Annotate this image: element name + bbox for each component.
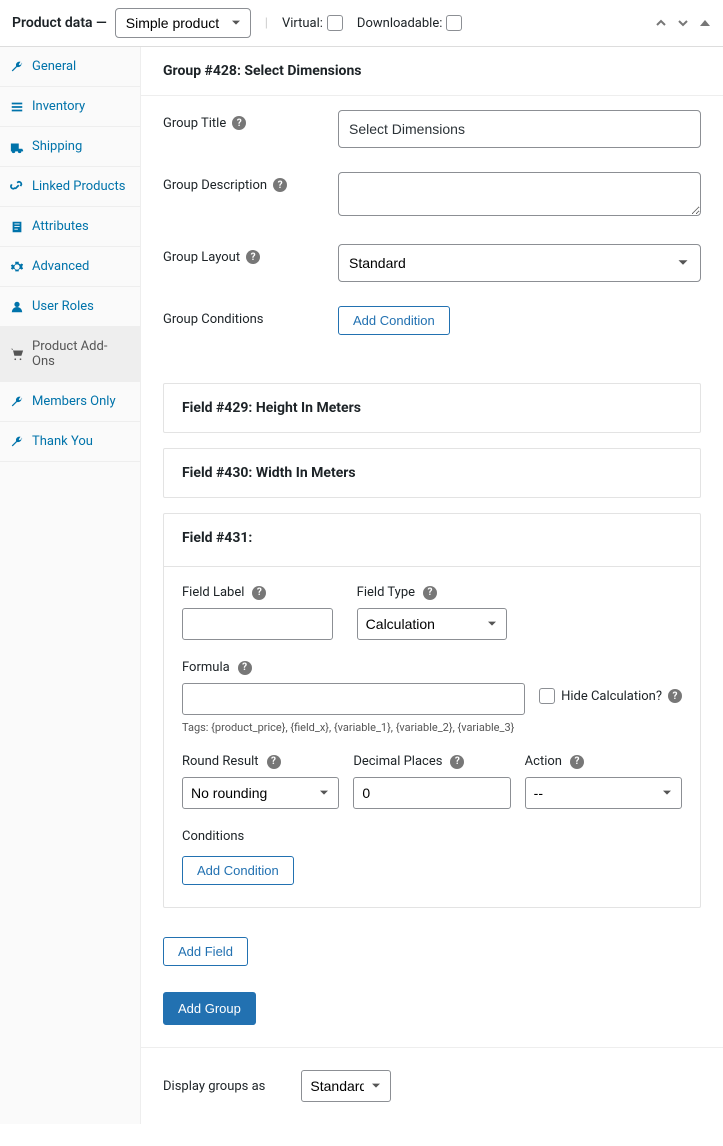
chevron-down-icon[interactable] — [677, 17, 689, 29]
group-title-input[interactable] — [338, 110, 701, 148]
group-header: Group #428: Select Dimensions — [141, 47, 723, 96]
separator: | — [265, 16, 268, 31]
hide-calc-checkbox[interactable] — [539, 688, 555, 704]
sidebar-item-label: Inventory — [32, 99, 85, 114]
sidebar-item-label: Shipping — [32, 139, 82, 154]
help-icon[interactable]: ? — [450, 755, 464, 769]
sidebar-item-members-only[interactable]: Members Only — [0, 382, 140, 422]
action-label: Action — [525, 754, 562, 769]
product-type-select[interactable]: Simple product — [115, 8, 251, 38]
decimal-places-label: Decimal Places — [353, 754, 442, 769]
formula-input[interactable] — [182, 683, 525, 715]
sidebar-item-label: Advanced — [32, 259, 89, 274]
link-icon — [10, 180, 24, 194]
display-groups-select[interactable]: Standard — [301, 1070, 391, 1102]
sidebar-item-linked-products[interactable]: Linked Products — [0, 167, 140, 207]
sidebar: General Inventory Shipping Linked Products A… — [0, 47, 141, 1124]
round-result-select[interactable]: No rounding — [182, 777, 339, 809]
collapse-icon[interactable] — [699, 17, 711, 29]
formula-label: Formula — [182, 660, 230, 675]
field-type-label: Field Type — [357, 585, 415, 600]
product-data-header: Product data — Simple product | Virtual:… — [0, 0, 723, 47]
add-condition-button[interactable]: Add Condition — [338, 306, 450, 335]
field-conditions-label: Conditions — [182, 829, 682, 844]
field-header: Field #431: — [164, 514, 700, 562]
gear-icon — [10, 260, 24, 274]
field-type-select[interactable]: Calculation — [357, 608, 508, 640]
sidebar-item-user-roles[interactable]: User Roles — [0, 287, 140, 327]
sidebar-item-inventory[interactable]: Inventory — [0, 87, 140, 127]
note-icon — [10, 220, 24, 234]
main-panel: Group #428: Select Dimensions Group Titl… — [141, 47, 723, 1124]
field-card-expanded: Field #431: Field Label? Field Type? Cal… — [163, 513, 701, 908]
virtual-checkbox[interactable] — [327, 15, 343, 31]
field-label-input[interactable] — [182, 608, 333, 640]
sidebar-item-attributes[interactable]: Attributes — [0, 207, 140, 247]
sidebar-item-label: Thank You — [32, 434, 93, 449]
group-layout-select[interactable]: Standard — [338, 244, 701, 282]
wrench-icon — [10, 435, 24, 449]
sidebar-item-label: Product Add-Ons — [32, 339, 130, 369]
field-header: Field #429: Height In Meters — [164, 384, 700, 432]
cart-icon — [10, 347, 24, 361]
help-icon[interactable]: ? — [570, 755, 584, 769]
field-label-label: Field Label — [182, 585, 244, 600]
round-result-label: Round Result — [182, 754, 259, 769]
group-conditions-label: Group Conditions — [163, 312, 264, 327]
virtual-checkbox-label[interactable]: Virtual: — [282, 15, 343, 31]
group-title-label: Group Title — [163, 116, 226, 131]
help-icon[interactable]: ? — [252, 586, 266, 600]
help-icon[interactable]: ? — [267, 755, 281, 769]
downloadable-checkbox-label[interactable]: Downloadable: — [357, 15, 462, 31]
action-select[interactable]: -- — [525, 777, 682, 809]
field-card[interactable]: Field #430: Width In Meters — [163, 448, 701, 498]
sidebar-item-label: Linked Products — [32, 179, 125, 194]
sidebar-item-shipping[interactable]: Shipping — [0, 127, 140, 167]
help-icon[interactable]: ? — [668, 689, 682, 703]
add-field-button[interactable]: Add Field — [163, 937, 248, 966]
help-icon[interactable]: ? — [273, 178, 287, 192]
sidebar-item-product-add-ons[interactable]: Product Add-Ons — [0, 327, 140, 382]
field-header: Field #430: Width In Meters — [164, 449, 700, 497]
help-icon[interactable]: ? — [238, 661, 252, 675]
list-icon — [10, 100, 24, 114]
sidebar-item-label: User Roles — [32, 299, 94, 314]
add-group-button[interactable]: Add Group — [163, 992, 256, 1025]
sidebar-item-label: Attributes — [32, 219, 89, 234]
truck-icon — [10, 140, 24, 154]
sidebar-item-advanced[interactable]: Advanced — [0, 247, 140, 287]
header-title: Product data — — [12, 15, 107, 31]
sidebar-item-general[interactable]: General — [0, 47, 140, 87]
group-desc-input[interactable] — [338, 172, 701, 216]
decimal-places-input[interactable] — [353, 777, 510, 809]
user-icon — [10, 300, 24, 314]
field-card[interactable]: Field #429: Height In Meters — [163, 383, 701, 433]
wrench-icon — [10, 60, 24, 74]
help-icon[interactable]: ? — [423, 586, 437, 600]
display-groups-label: Display groups as — [163, 1079, 265, 1094]
hide-calc-label: Hide Calculation? — [561, 689, 662, 704]
chevron-up-icon[interactable] — [655, 17, 667, 29]
downloadable-checkbox[interactable] — [446, 15, 462, 31]
add-field-condition-button[interactable]: Add Condition — [182, 856, 294, 885]
panel-controls — [655, 17, 711, 29]
sidebar-item-label: General — [32, 59, 76, 74]
wrench-icon — [10, 395, 24, 409]
sidebar-item-label: Members Only — [32, 394, 116, 409]
help-icon[interactable]: ? — [246, 250, 260, 264]
sidebar-item-thank-you[interactable]: Thank You — [0, 422, 140, 462]
group-desc-label: Group Description — [163, 178, 267, 193]
group-layout-label: Group Layout — [163, 250, 240, 265]
formula-tags-hint: Tags: {product_price}, {field_x}, {varia… — [182, 721, 525, 734]
help-icon[interactable]: ? — [232, 116, 246, 130]
